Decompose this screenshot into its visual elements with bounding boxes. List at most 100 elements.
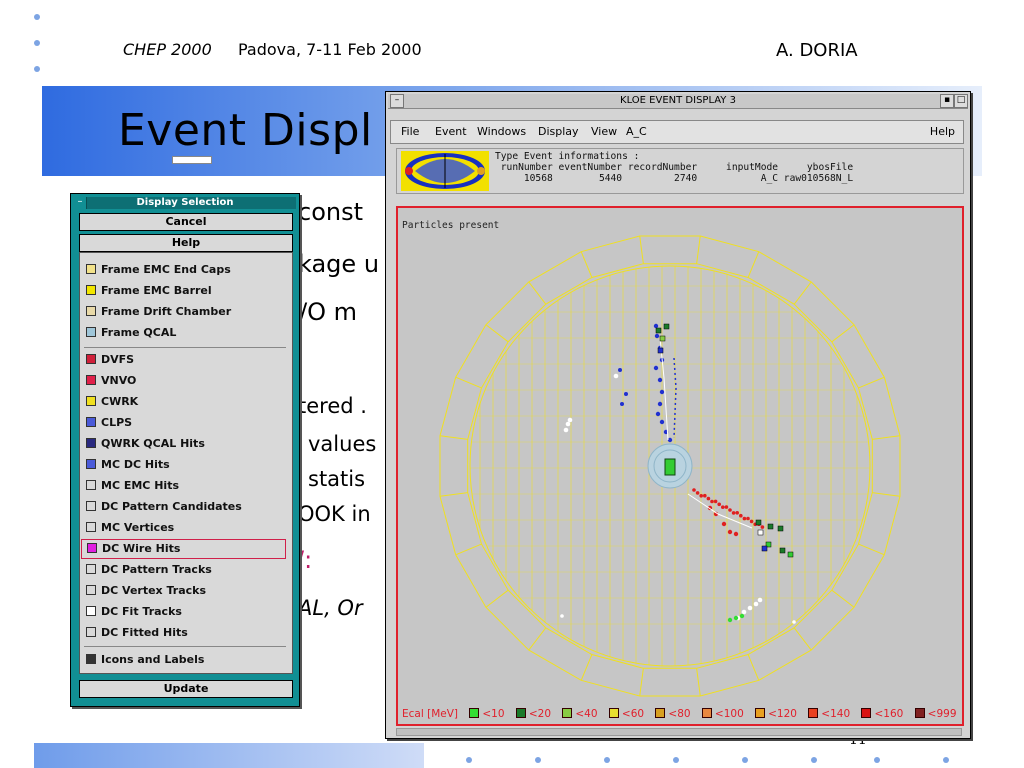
option-dc-vertex-tracks[interactable]: DC Vertex Tracks [86, 582, 206, 600]
menu-windows[interactable]: Windows [477, 125, 526, 138]
slide-decor-dot [742, 757, 748, 763]
menu-view[interactable]: View [591, 125, 617, 138]
dc-hit-red [733, 531, 739, 537]
option-cwrk[interactable]: CWRK [86, 393, 138, 411]
checkbox[interactable] [86, 375, 96, 385]
checkbox[interactable] [86, 438, 96, 448]
dc-hit-red [739, 513, 743, 518]
option-label: Frame EMC End Caps [101, 263, 231, 276]
slide-decor-dot [673, 757, 679, 763]
option-qwrk-qcal-hits[interactable]: QWRK QCAL Hits [86, 435, 205, 453]
barrel-module-edge [485, 324, 509, 343]
legend-swatch [755, 708, 766, 718]
option-label: DC Pattern Tracks [101, 563, 212, 576]
checkbox[interactable] [86, 396, 96, 406]
option-vnvo[interactable]: VNVO [86, 372, 136, 390]
option-label: VNVO [101, 374, 137, 387]
menu-file[interactable]: File [401, 125, 419, 138]
ecal-legend: Ecal [MeV] <10 <20 <40 <60 <80 <100 <120… [402, 708, 957, 720]
hit-green [727, 617, 733, 623]
ecal-cluster [659, 335, 666, 342]
vertex-cluster [664, 458, 676, 476]
detector-view [439, 235, 901, 697]
legend-label: <160 [874, 708, 904, 720]
menu-display[interactable]: Display [538, 125, 579, 138]
window-title[interactable]: KLOE EVENT DISPLAY 3 [388, 94, 968, 109]
checkbox[interactable] [86, 501, 96, 511]
option-dc-pattern-tracks[interactable]: DC Pattern Tracks [86, 561, 212, 579]
dc-hit-red [728, 508, 732, 512]
option-label: DC Fitted Hits [101, 626, 188, 639]
option-frame-emc-end-caps[interactable]: Frame EMC End Caps [86, 261, 231, 279]
checkbox[interactable] [87, 543, 97, 553]
hit-white [757, 597, 763, 603]
barrel-module-edge [793, 627, 812, 651]
header-conference: CHEP 2000 [123, 40, 212, 59]
help-button[interactable]: Help [79, 234, 293, 252]
option-dc-wire-hits[interactable]: DC Wire Hits [81, 539, 286, 559]
checkbox[interactable] [86, 459, 96, 469]
option-frame-qcal[interactable]: Frame QCAL [86, 324, 176, 342]
option-frame-emc-barrel[interactable]: Frame EMC Barrel [86, 282, 212, 300]
barrel-module-edge [696, 235, 701, 264]
menu-event[interactable]: Event [435, 125, 467, 138]
option-mc-emc-hits[interactable]: MC EMC Hits [86, 477, 179, 495]
legend-label: <140 [821, 708, 851, 720]
barrel-module-edge [455, 376, 482, 389]
dc-hit-red [710, 499, 714, 504]
legend-label: <40 [575, 708, 598, 720]
slide-decor-dot [874, 757, 880, 763]
option-mc-dc-hits[interactable]: MC DC Hits [86, 456, 170, 474]
checkbox[interactable] [86, 480, 96, 490]
window-menu-button[interactable]: – [74, 197, 87, 209]
dc-hit-blue [657, 401, 663, 407]
info-line-2: runNumber eventNumber recordNumber input… [495, 162, 854, 173]
window-menu-button[interactable]: – [390, 94, 404, 108]
option-label: QWRK QCAL Hits [101, 437, 205, 450]
menu-help[interactable]: Help [930, 125, 955, 138]
menu-a-c[interactable]: A_C [626, 125, 647, 138]
maximize-button[interactable]: □ [954, 94, 968, 108]
option-frame-drift-chamber[interactable]: Frame Drift Chamber [86, 303, 231, 321]
bullet-text: kage u [298, 250, 380, 278]
cancel-button[interactable]: Cancel [79, 213, 293, 231]
footer-band [34, 743, 424, 768]
hit-white [567, 417, 573, 423]
option-clps[interactable]: CLPS [86, 414, 132, 432]
checkbox[interactable] [86, 654, 96, 664]
barrel-module-edge [485, 589, 509, 608]
barrel-module-edge [831, 324, 855, 343]
dc-hit-red [699, 494, 703, 498]
checkbox[interactable] [86, 564, 96, 574]
checkbox[interactable] [86, 264, 96, 274]
checkbox[interactable] [86, 627, 96, 637]
window-title[interactable]: Display Selection [74, 197, 296, 209]
dc-hit-blue [659, 419, 665, 425]
divider [84, 646, 286, 647]
legend-label: <999 [927, 708, 957, 720]
option-mc-vertices[interactable]: MC Vertices [86, 519, 174, 537]
checkbox[interactable] [86, 285, 96, 295]
checkbox[interactable] [86, 417, 96, 427]
hit-white [741, 609, 747, 615]
checkbox[interactable] [86, 327, 96, 337]
option-dc-fit-tracks[interactable]: DC Fit Tracks [86, 603, 182, 621]
checkbox[interactable] [86, 306, 96, 316]
option-dc-fitted-hits[interactable]: DC Fitted Hits [86, 624, 188, 642]
dc-hit-red [713, 499, 718, 504]
option-label: CWRK [101, 395, 139, 408]
slide-decor-dot [34, 66, 40, 72]
fitted-track [687, 493, 753, 529]
checkbox[interactable] [86, 606, 96, 616]
update-button[interactable]: Update [79, 680, 293, 698]
option-dvfs[interactable]: DVFS [86, 351, 134, 369]
divider [84, 347, 286, 348]
option-dc-pattern-candidates[interactable]: DC Pattern Candidates [86, 498, 242, 516]
checkbox[interactable] [86, 354, 96, 364]
option-icons-and-labels[interactable]: Icons and Labels [86, 651, 204, 669]
event-canvas[interactable]: Particles present Ecal [MeV] <10 <20 <40… [396, 206, 964, 726]
horizontal-scrollbar[interactable] [396, 728, 962, 736]
checkbox[interactable] [86, 585, 96, 595]
checkbox[interactable] [86, 522, 96, 532]
minimize-button[interactable]: ▪ [940, 94, 954, 108]
